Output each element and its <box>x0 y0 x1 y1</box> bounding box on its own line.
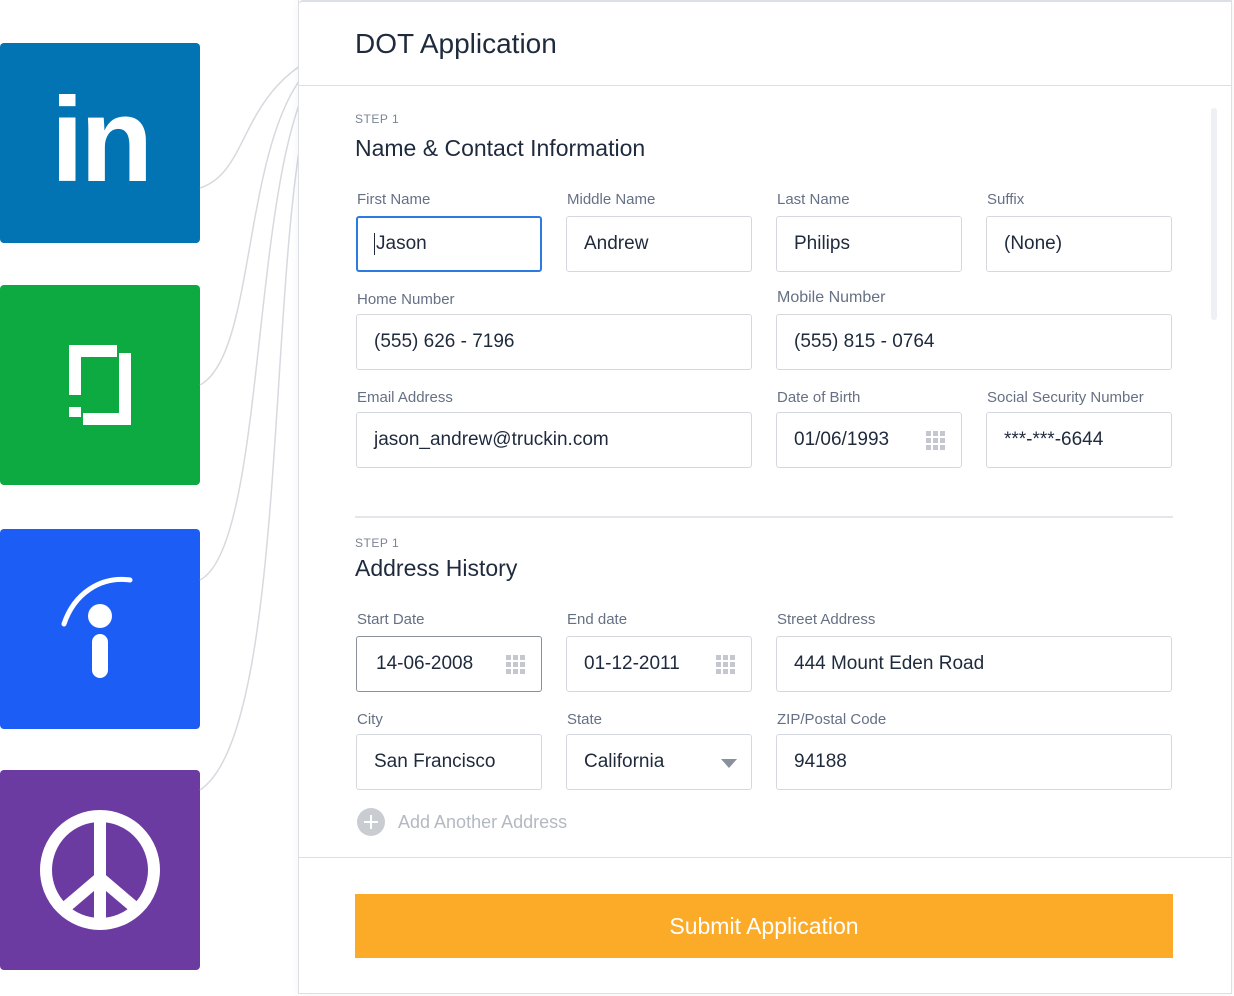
section-title-address: Address History <box>355 555 518 581</box>
state-value: California <box>584 751 665 772</box>
first-name-value: Jason <box>376 233 427 254</box>
street-value: 444 Mount Eden Road <box>794 653 985 674</box>
calendar-icon[interactable] <box>926 431 946 451</box>
add-another-address[interactable]: Add Another Address <box>357 808 567 836</box>
zip-label: ZIP/Postal Code <box>777 711 887 728</box>
state-label: State <box>567 711 603 728</box>
mobile-number-value: (555) 815 - 0764 <box>794 331 935 352</box>
submit-button[interactable]: Submit Application <box>355 894 1173 958</box>
section-title-contact: Name & Contact Information <box>355 135 646 161</box>
start-date-label: Start Date <box>357 611 425 628</box>
email-label: Email Address <box>357 389 453 406</box>
linkedin-tile: in <box>0 43 200 243</box>
add-another-address-label[interactable]: Add Another Address <box>398 812 567 833</box>
step-label: STEP 1 <box>355 112 400 126</box>
dob-label: Date of Birth <box>777 389 861 406</box>
glassdoor-icon <box>69 345 131 425</box>
suffix-value: (None) <box>1004 233 1063 254</box>
ssn-field[interactable]: ***-***-6644 <box>986 412 1172 468</box>
start-date-value: 14-06-2008 <box>376 653 474 674</box>
home-number-value: (555) 626 - 7196 <box>374 331 515 352</box>
calendar-icon[interactable] <box>716 655 736 675</box>
peace-tile <box>0 770 200 970</box>
city-field[interactable]: San Francisco <box>356 734 542 790</box>
calendar-icon[interactable] <box>506 655 526 675</box>
linkedin-icon: in <box>50 73 154 207</box>
dob-value: 01/06/1993 <box>794 429 890 450</box>
middle-name-label: Middle Name <box>567 191 656 208</box>
last-name-field[interactable]: Philips <box>776 216 962 272</box>
chevron-down-icon[interactable] <box>721 759 737 768</box>
plus-icon[interactable] <box>357 808 385 836</box>
zip-field[interactable]: 94188 <box>776 734 1172 790</box>
text-caret <box>374 233 375 255</box>
city-value: San Francisco <box>374 751 496 772</box>
city-label: City <box>357 711 383 728</box>
application-card: DOT Application STEP 1 Name & Contact In… <box>298 0 1232 994</box>
dob-field[interactable]: 01/06/1993 <box>776 412 962 468</box>
state-select[interactable]: California <box>566 734 752 790</box>
home-number-field[interactable]: (555) 626 - 7196 <box>356 314 752 370</box>
street-label: Street Address <box>777 611 876 628</box>
glassdoor-tile <box>0 285 200 485</box>
first-name-field[interactable]: Jason <box>356 216 542 272</box>
indeed-icon <box>61 576 133 678</box>
mobile-number-label: Mobile Number <box>777 289 886 306</box>
suffix-field[interactable]: (None) <box>986 216 1172 272</box>
last-name-label: Last Name <box>777 191 850 208</box>
middle-name-value: Andrew <box>584 233 649 254</box>
scrollbar[interactable] <box>1211 108 1217 320</box>
last-name-value: Philips <box>794 233 850 254</box>
home-number-label: Home Number <box>357 291 455 308</box>
page-title: DOT Application <box>355 28 557 59</box>
middle-name-field[interactable]: Andrew <box>566 216 752 272</box>
email-value: jason_andrew@truckin.com <box>374 429 609 450</box>
mobile-number-field[interactable]: (555) 815 - 0764 <box>776 314 1172 370</box>
section-divider <box>355 516 1173 518</box>
step-label: STEP 1 <box>355 536 400 550</box>
indeed-tile <box>0 529 200 729</box>
ssn-value: ***-***-6644 <box>1004 429 1104 450</box>
zip-value: 94188 <box>794 751 847 772</box>
start-date-field[interactable]: 14-06-2008 <box>356 636 542 692</box>
street-field[interactable]: 444 Mount Eden Road <box>776 636 1172 692</box>
end-date-value: 01-12-2011 <box>584 653 680 674</box>
card-header: DOT Application <box>299 0 1231 86</box>
end-date-label: End date <box>567 611 628 628</box>
end-date-field[interactable]: 01-12-2011 <box>566 636 752 692</box>
email-field[interactable]: jason_andrew@truckin.com <box>356 412 752 468</box>
first-name-label: First Name <box>357 191 431 208</box>
ssn-label: Social Security Number <box>987 389 1144 406</box>
suffix-label: Suffix <box>987 191 1025 208</box>
peace-icon <box>40 810 160 930</box>
